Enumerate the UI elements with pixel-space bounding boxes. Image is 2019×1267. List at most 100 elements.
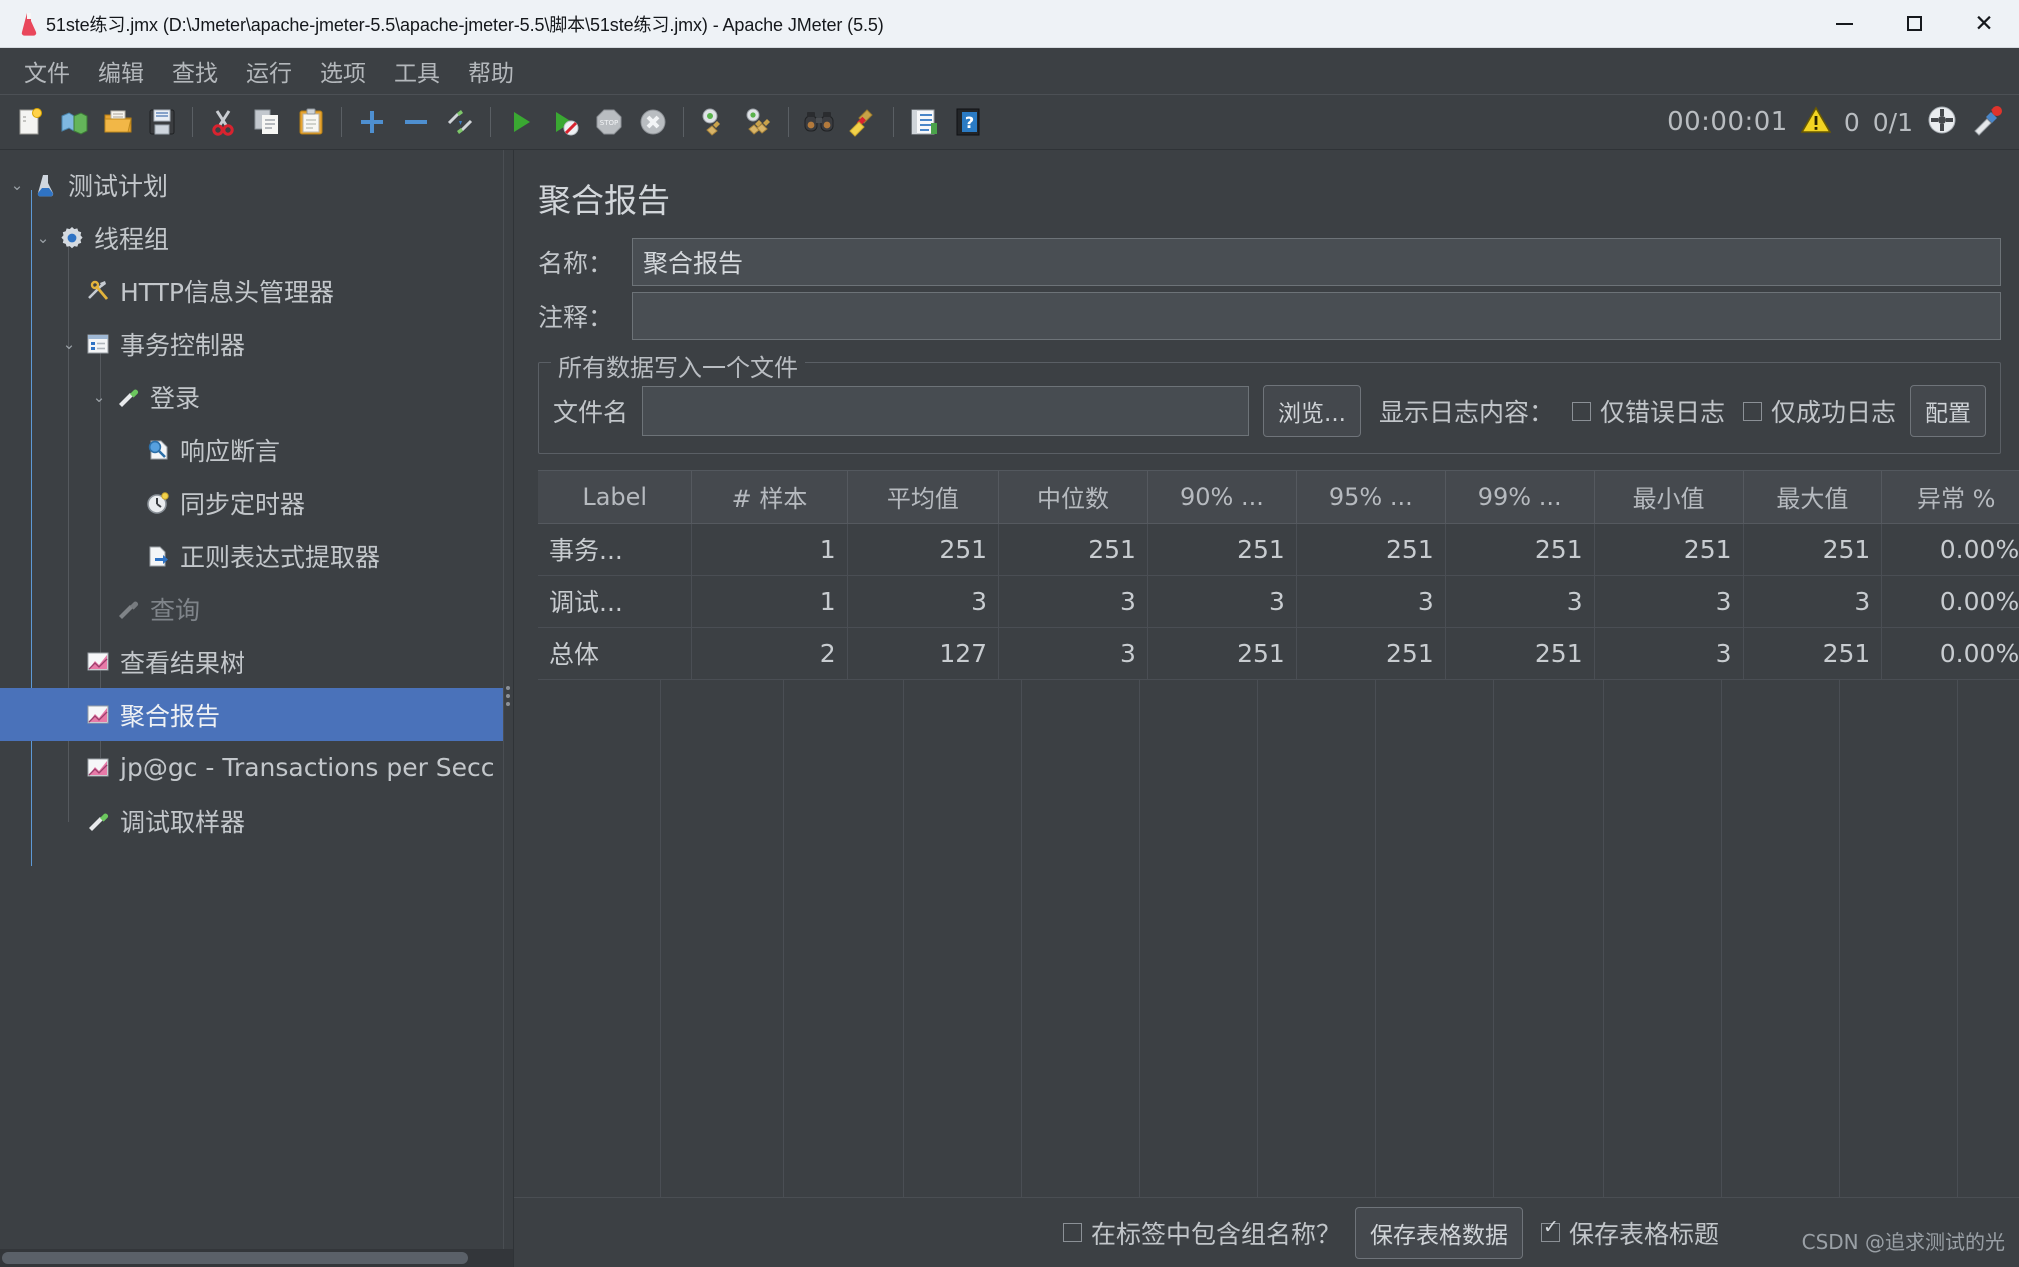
tree-node-response-assertion[interactable]: 响应断言 xyxy=(0,423,513,476)
cell-p90: 3 xyxy=(1147,575,1297,628)
filename-input[interactable] xyxy=(642,386,1250,436)
tree-node-debug-sampler[interactable]: 调试取样器 xyxy=(0,794,513,847)
column-header-samples[interactable]: # 样本 xyxy=(691,471,848,524)
tree-node-http-header-manager[interactable]: HTTP信息头管理器 xyxy=(0,264,513,317)
toolbar-new[interactable] xyxy=(8,100,52,144)
save-table-header-checkbox[interactable]: 保存表格标题 xyxy=(1540,1215,1719,1251)
toolbar-save[interactable] xyxy=(140,100,184,144)
toolbar-open[interactable] xyxy=(96,100,140,144)
chevron-down-icon[interactable]: ⌄ xyxy=(4,176,30,194)
scrollbar-thumb[interactable] xyxy=(2,1252,468,1264)
warning-triangle-icon[interactable] xyxy=(1800,105,1832,139)
cell-average: 251 xyxy=(847,523,1000,576)
tree-node-transaction-controller[interactable]: ⌄ 事务控制器 xyxy=(0,317,513,370)
tree-node-regex-extractor[interactable]: 正则表达式提取器 xyxy=(0,529,513,582)
toolbar-clear[interactable] xyxy=(692,100,736,144)
page-title: 聚合报告 xyxy=(538,181,670,220)
checkbox-box[interactable] xyxy=(1062,1223,1082,1242)
tree-node-query-disabled[interactable]: 查询 xyxy=(0,582,513,635)
toolbar-start-no-pauses[interactable] xyxy=(543,100,587,144)
clear-results-icon[interactable] xyxy=(1971,104,2003,141)
splitter-grip[interactable] xyxy=(506,686,510,706)
toolbar-separator xyxy=(341,107,342,137)
group-title: 所有数据写入一个文件 xyxy=(551,348,805,383)
checkbox-box[interactable] xyxy=(1742,401,1762,421)
toolbar-start[interactable] xyxy=(499,100,543,144)
column-header-max[interactable]: 最大值 xyxy=(1743,471,1883,524)
tree-node-thread-group[interactable]: ⌄ 线程组 xyxy=(0,211,513,264)
panel-splitter[interactable] xyxy=(503,150,513,1267)
errors-only-label: 仅错误日志 xyxy=(1599,398,1725,427)
cell-p99: 251 xyxy=(1445,523,1595,576)
window-controls: ✕ xyxy=(1809,0,2019,48)
cell-error-pct: 0.00% xyxy=(1881,627,2019,680)
menu-run[interactable]: 运行 xyxy=(232,50,306,92)
errors-only-checkbox[interactable]: 仅错误日志 xyxy=(1571,393,1725,429)
toolbar-clear-all[interactable] xyxy=(736,100,780,144)
window-titlebar: 51ste练习.jmx (D:\Jmeter\apache-jmeter-5.5… xyxy=(0,0,2019,48)
cell-samples: 1 xyxy=(691,523,848,576)
browse-button[interactable]: 浏览... xyxy=(1263,385,1361,437)
menu-options[interactable]: 选项 xyxy=(306,50,380,92)
chevron-down-icon[interactable]: ⌄ xyxy=(30,229,56,247)
tree-node-test-plan[interactable]: ⌄ 测试计划 xyxy=(0,158,513,211)
minimize-button[interactable] xyxy=(1809,0,1879,48)
table-row[interactable]: 调试... 1 3 3 3 3 3 3 3 0.00% 333.3... 108… xyxy=(538,575,2019,628)
column-header-median[interactable]: 中位数 xyxy=(998,471,1148,524)
table-row[interactable]: 事务... 1 251 251 251 251 251 251 251 0.00… xyxy=(538,523,2019,576)
maximize-button[interactable] xyxy=(1879,0,1949,48)
toolbar-expand-all[interactable] xyxy=(350,100,394,144)
checkbox-box[interactable] xyxy=(1540,1218,1560,1242)
toolbar-search[interactable] xyxy=(797,100,841,144)
toolbar-help[interactable]: ? xyxy=(946,100,990,144)
tree-node-aggregate-report[interactable]: 聚合报告 xyxy=(0,688,513,741)
tree-node-label: 同步定时器 xyxy=(180,489,306,519)
remote-stop-icon[interactable] xyxy=(1926,104,1958,141)
include-group-name-checkbox[interactable]: 在标签中包含组名称？ xyxy=(1062,1215,1341,1251)
toolbar-reset-search[interactable] xyxy=(841,100,885,144)
success-only-checkbox[interactable]: 仅成功日志 xyxy=(1742,393,1896,429)
cell-median: 3 xyxy=(998,627,1148,680)
toolbar-templates[interactable] xyxy=(52,100,96,144)
column-header-error-pct[interactable]: 异常 % xyxy=(1881,471,2019,524)
menu-tools[interactable]: 工具 xyxy=(380,50,454,92)
menu-file[interactable]: 文件 xyxy=(10,50,84,92)
toolbar-collapse-all[interactable] xyxy=(394,100,438,144)
column-header-average[interactable]: 平均值 xyxy=(847,471,1000,524)
toolbar-stop[interactable]: STOP xyxy=(587,100,631,144)
tree-node-transactions-per-second[interactable]: jp@gc - Transactions per Secc xyxy=(0,741,513,794)
toolbar-function-helper[interactable] xyxy=(902,100,946,144)
tree-node-sync-timer[interactable]: 同步定时器 xyxy=(0,476,513,529)
toolbar-paste[interactable] xyxy=(289,100,333,144)
toolbar-toggle[interactable] xyxy=(438,100,482,144)
column-header-label[interactable]: Label xyxy=(538,471,693,524)
column-header-p90[interactable]: 90% ... xyxy=(1147,471,1297,524)
cell-error-pct: 0.00% xyxy=(1881,575,2019,628)
tree-node-label: 测试计划 xyxy=(68,171,169,201)
sampler-pipette-grey-icon xyxy=(112,597,144,621)
column-header-p95[interactable]: 95% ... xyxy=(1296,471,1446,524)
toolbar-cut[interactable] xyxy=(201,100,245,144)
close-button[interactable]: ✕ xyxy=(1949,0,2019,48)
menu-search[interactable]: 查找 xyxy=(158,50,232,92)
menu-edit[interactable]: 编辑 xyxy=(84,50,158,92)
toolbar-shutdown[interactable] xyxy=(631,100,675,144)
comment-input[interactable] xyxy=(632,292,2001,340)
comment-row: 注释： xyxy=(538,292,2001,340)
chevron-down-icon[interactable]: ⌄ xyxy=(56,335,82,353)
column-header-min[interactable]: 最小值 xyxy=(1594,471,1744,524)
tree-node-label: jp@gc - Transactions per Secc xyxy=(120,753,495,782)
table-row[interactable]: 总体 2 127 3 251 251 251 3 251 0.00% 1.6/s… xyxy=(538,627,2019,680)
checkbox-box[interactable] xyxy=(1571,401,1591,421)
tree-node-login[interactable]: ⌄ 登录 xyxy=(0,370,513,423)
chevron-down-icon[interactable]: ⌄ xyxy=(86,388,112,406)
tree-node-view-results-tree[interactable]: 查看结果树 xyxy=(0,635,513,688)
menu-help[interactable]: 帮助 xyxy=(454,50,528,92)
save-table-data-button[interactable]: 保存表格数据 xyxy=(1354,1206,1523,1259)
cell-p90: 251 xyxy=(1147,523,1297,576)
tree-horizontal-scrollbar[interactable] xyxy=(0,1249,513,1267)
column-header-p99[interactable]: 99% ... xyxy=(1445,471,1595,524)
toolbar-copy[interactable] xyxy=(245,100,289,144)
name-input[interactable]: 聚合报告 xyxy=(632,238,2001,286)
configure-button[interactable]: 配置 xyxy=(1910,385,1986,437)
